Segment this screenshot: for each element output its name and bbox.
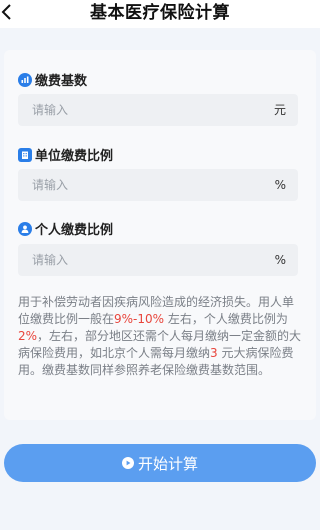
play-circle-icon (121, 457, 134, 469)
base-input[interactable] (18, 94, 262, 126)
personal-rate-section-label: 个人缴费比例 (18, 219, 113, 238)
person-icon (18, 221, 32, 236)
building-icon (18, 147, 32, 162)
employer-rate-input[interactable] (18, 169, 262, 201)
calculator-card: 缴费基数 元 单位缴费比例 % 个人缴费比例 (4, 50, 316, 420)
start-calculation-button[interactable]: 开始计算 (4, 444, 316, 482)
start-calculation-label: 开始计算 (137, 454, 198, 473)
description-text: 用于补偿劳动者因疾病风险造成的经济损失。用人单位缴费比例一般在9%-10% 左右… (18, 294, 302, 379)
base-label-text: 缴费基数 (35, 74, 88, 89)
employer-rate-label-text: 单位缴费比例 (35, 149, 114, 164)
base-section-label: 缴费基数 (18, 70, 87, 89)
personal-rate-unit: % (274, 253, 286, 267)
bar-chart-icon (18, 72, 32, 87)
personal-rate-input[interactable] (18, 244, 262, 276)
description-part-2: 左右，个人缴费比例为 (164, 312, 288, 326)
personal-rate-label-text: 个人缴费比例 (35, 223, 114, 238)
base-input-box: 元 (18, 94, 298, 126)
employer-rate-section-label: 单位缴费比例 (18, 145, 113, 164)
description-highlight-3: 3 (210, 346, 218, 360)
employer-rate-input-box: % (18, 169, 298, 201)
base-unit: 元 (273, 103, 286, 117)
description-highlight-2: 2% (18, 329, 38, 343)
description-highlight-1: 9%-10% (114, 312, 165, 326)
app-header: 基本医疗保险计算 (0, 0, 320, 28)
personal-rate-input-box: % (18, 244, 298, 276)
page-title: 基本医疗保险计算 (90, 3, 230, 23)
employer-rate-unit: % (274, 178, 286, 192)
